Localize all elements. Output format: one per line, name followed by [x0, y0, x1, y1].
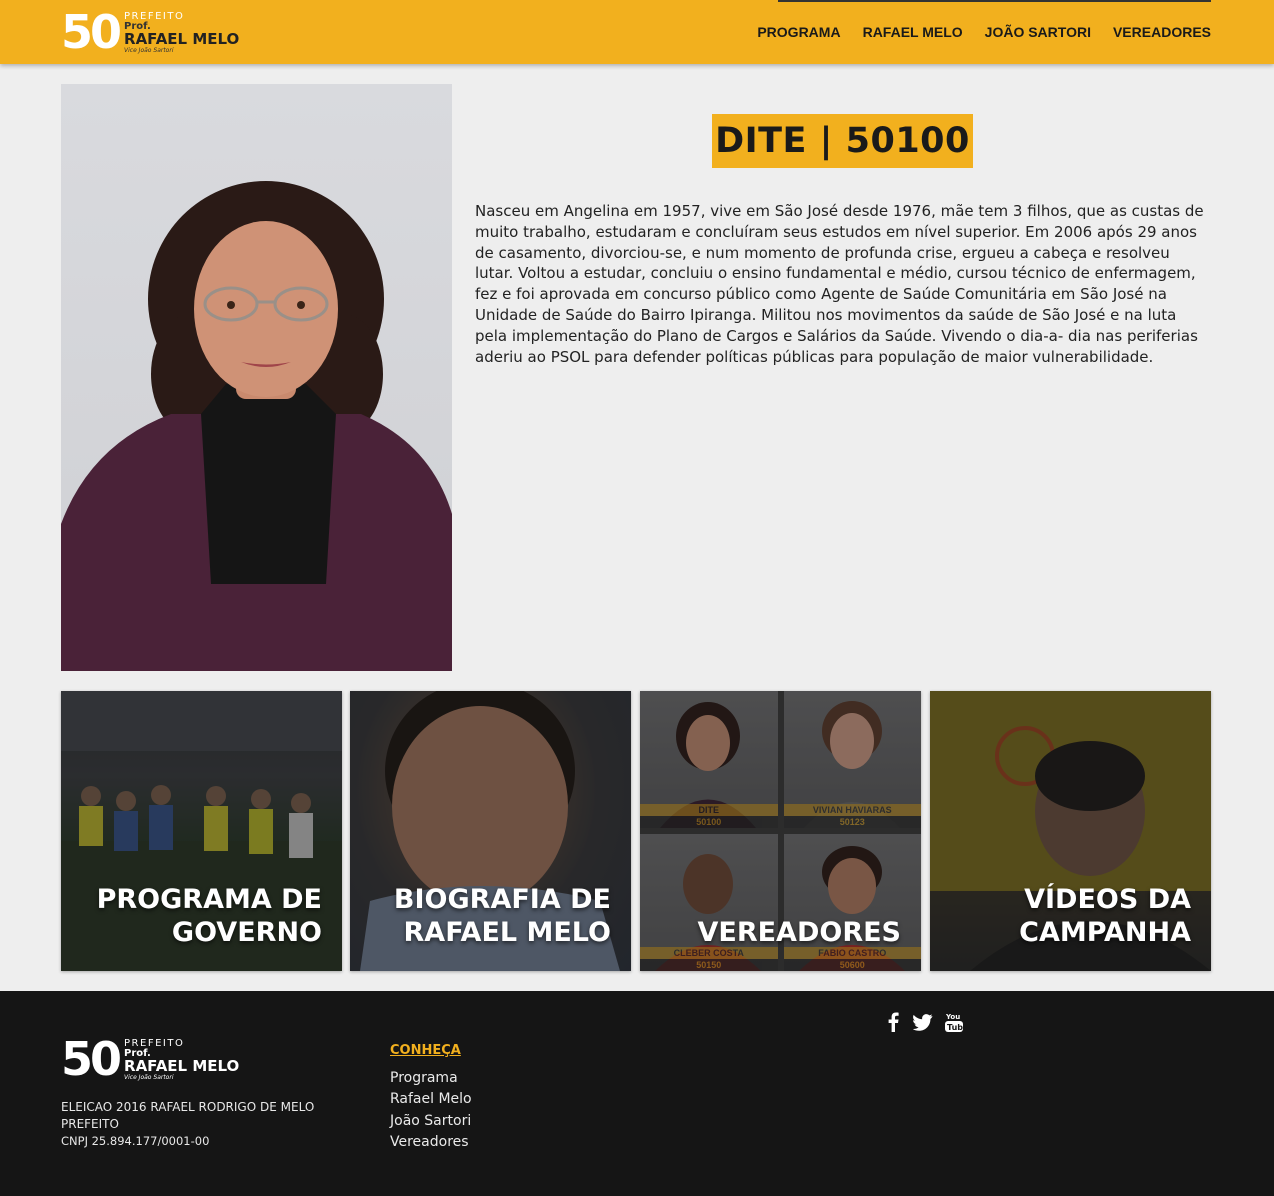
nav-top-line [778, 0, 1211, 2]
nav-joao-sartori[interactable]: JOÃO SARTORI [985, 24, 1091, 40]
candidate-bio: Nasceu em Angelina em 1957, vive em São … [475, 202, 1204, 366]
site-header: 50 PREFEITO Prof. RAFAEL MELO Vice João … [0, 0, 1274, 64]
logo-number: 50 [61, 5, 122, 59]
header-logo[interactable]: 50 PREFEITO Prof. RAFAEL MELO Vice João … [61, 8, 239, 58]
tile-vereadores[interactable]: DITE 50100 VIVIAN HAVIARAS 50123 CLEBER … [640, 691, 921, 971]
nav-vereadores[interactable]: VEREADORES [1113, 24, 1211, 40]
twitter-icon[interactable] [912, 1013, 933, 1035]
tile-videos-da-campanha[interactable]: VÍDEOS DA CAMPANHA [930, 691, 1211, 971]
svg-text:You: You [945, 1013, 960, 1021]
logo-number: 50 [61, 1032, 122, 1086]
logo-line-name: RAFAEL MELO [124, 1057, 240, 1075]
main-nav: PROGRAMA RAFAEL MELO JOÃO SARTORI VEREAD… [757, 24, 1211, 40]
youtube-icon[interactable]: You Tube [945, 1011, 969, 1037]
tile-label: PROGRAMA DE GOVERNO [96, 884, 322, 948]
site-footer: 50 PREFEITO Prof. RAFAEL MELO Vice João … [0, 991, 1274, 1196]
footer-logo[interactable]: 50 PREFEITO Prof. RAFAEL MELO Vice João … [61, 1035, 239, 1085]
candidate-title-badge: DITE | 50100 [712, 114, 973, 168]
footer-links: Programa Rafael Melo João Sartori Veread… [390, 1070, 472, 1152]
tile-label: VEREADORES [697, 917, 901, 948]
logo-line-vice: Vice João Sartori [124, 1074, 174, 1081]
tile-label: BIOGRAFIA DE RAFAEL MELO [393, 884, 611, 948]
footer-conheca-heading: CONHEÇA [390, 1043, 461, 1058]
footer-link-vereadores[interactable]: Vereadores [390, 1134, 472, 1151]
legal-cnpj: CNPJ 25.894.177/0001-00 [61, 1134, 210, 1148]
candidate-portrait-illustration [61, 181, 452, 671]
legal-line: ELEICAO 2016 RAFAEL RODRIGO DE MELO [61, 1100, 315, 1114]
footer-legal: ELEICAO 2016 RAFAEL RODRIGO DE MELO PREF… [61, 1099, 331, 1150]
footer-link-rafael-melo[interactable]: Rafael Melo [390, 1091, 472, 1108]
footer-link-joao-sartori[interactable]: João Sartori [390, 1113, 472, 1130]
logo-line-vice: Vice João Sartori [124, 47, 174, 54]
candidate-title: DITE | 50100 [715, 121, 970, 161]
tile-programa-de-governo[interactable]: PROGRAMA DE GOVERNO [61, 691, 342, 971]
logo-line-name: RAFAEL MELO [124, 30, 240, 48]
nav-rafael-melo[interactable]: RAFAEL MELO [863, 24, 963, 40]
footer-link-programa[interactable]: Programa [390, 1070, 472, 1087]
facebook-icon[interactable] [885, 1012, 901, 1036]
tile-biografia-rafael-melo[interactable]: BIOGRAFIA DE RAFAEL MELO [350, 691, 631, 971]
svg-text:Tube: Tube [947, 1023, 963, 1032]
social-links: You Tube [885, 1011, 969, 1037]
nav-programa[interactable]: PROGRAMA [757, 24, 840, 40]
candidate-photo [61, 84, 452, 671]
legal-line: PREFEITO [61, 1117, 119, 1131]
tile-label: VÍDEOS DA CAMPANHA [1019, 884, 1191, 948]
